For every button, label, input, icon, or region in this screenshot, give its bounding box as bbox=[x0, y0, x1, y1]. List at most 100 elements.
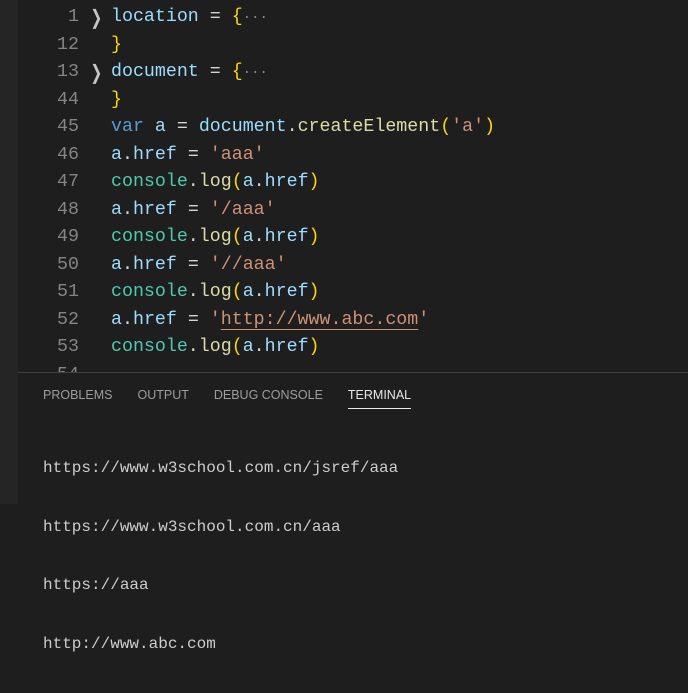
activity-strip bbox=[0, 0, 18, 504]
code-token: ' bbox=[418, 309, 430, 330]
code-token: { bbox=[231, 62, 243, 83]
code-text: document = {··· bbox=[111, 59, 268, 88]
code-token: ) bbox=[484, 117, 496, 138]
line-number: 52 bbox=[57, 309, 79, 330]
code-token: a bbox=[242, 172, 254, 193]
terminal-line: https://www.w3school.com.cn/aaa bbox=[43, 517, 341, 536]
code-text: var a = document.createElement('a') bbox=[111, 114, 495, 142]
code-token: ( bbox=[440, 117, 452, 138]
tab-debug-console[interactable]: DEBUG CONSOLE bbox=[214, 388, 323, 409]
code-token: href bbox=[264, 172, 309, 193]
code-token: } bbox=[111, 89, 122, 110]
code-token: = bbox=[198, 62, 232, 83]
code-token: . bbox=[286, 117, 298, 138]
code-line[interactable]: 44} bbox=[18, 87, 688, 115]
code-token: '/aaa' bbox=[209, 199, 276, 220]
terminal-line: https://aaa bbox=[43, 576, 149, 594]
code-token: ) bbox=[308, 172, 320, 193]
code-line[interactable]: 47 console.log(a.href) bbox=[18, 169, 688, 197]
code-editor[interactable]: 1 ❯ location = {··· 12} 13 ❯ document = {··· 44… bbox=[18, 0, 688, 372]
code-token: = bbox=[176, 199, 210, 220]
code-token: log bbox=[198, 282, 232, 303]
code-token: . bbox=[121, 309, 133, 330]
code-token[interactable]: ··· bbox=[243, 65, 268, 81]
code-token: log bbox=[198, 227, 232, 248]
code-token: ) bbox=[308, 282, 320, 303]
code-token: ( bbox=[231, 282, 243, 303]
code-line[interactable]: 46 a.href = 'aaa' bbox=[18, 142, 688, 170]
code-token: href bbox=[264, 227, 309, 248]
line-number: 46 bbox=[57, 144, 79, 165]
code-token: href bbox=[264, 337, 309, 358]
line-number: 51 bbox=[57, 282, 79, 303]
line-number: 49 bbox=[57, 227, 79, 248]
fold-chevron-icon[interactable]: ❯ bbox=[91, 59, 103, 87]
code-token[interactable]: ··· bbox=[243, 10, 268, 26]
code-text: } bbox=[111, 87, 122, 115]
code-token: ) bbox=[308, 337, 320, 358]
code-text: } bbox=[111, 32, 122, 60]
code-token: a bbox=[111, 144, 122, 165]
code-text: location = {··· bbox=[111, 4, 268, 33]
line-number: 13 bbox=[57, 62, 79, 83]
code-line[interactable]: 48 a.href = '/aaa' bbox=[18, 197, 688, 225]
code-token: . bbox=[187, 282, 199, 303]
code-line[interactable]: 53 console.log(a.href) bbox=[18, 334, 688, 362]
code-token: console bbox=[111, 227, 188, 248]
code-token: a bbox=[154, 117, 166, 138]
line-number: 54 bbox=[18, 362, 79, 372]
code-line[interactable]: 51 console.log(a.href) bbox=[18, 279, 688, 307]
code-token: } bbox=[111, 34, 122, 55]
code-token: . bbox=[187, 337, 199, 358]
code-token: . bbox=[253, 172, 265, 193]
code-token: = bbox=[176, 309, 210, 330]
line-number: 53 bbox=[57, 337, 79, 358]
code-token: href bbox=[132, 254, 177, 275]
code-token: href bbox=[132, 144, 177, 165]
code-token: ' bbox=[209, 309, 221, 330]
line-number: 47 bbox=[57, 172, 79, 193]
code-token: ) bbox=[308, 227, 320, 248]
code-token: . bbox=[253, 282, 265, 303]
code-token: ( bbox=[231, 337, 243, 358]
code-text: a.href = '//aaa' bbox=[111, 252, 287, 280]
code-line[interactable]: 1 ❯ location = {··· bbox=[18, 4, 688, 32]
line-number: 44 bbox=[57, 89, 79, 110]
code-token: = bbox=[198, 7, 232, 28]
fold-chevron-icon[interactable]: ❯ bbox=[91, 4, 103, 32]
code-token: href bbox=[132, 309, 177, 330]
code-token: document bbox=[111, 62, 199, 83]
line-number: 12 bbox=[57, 34, 79, 55]
line-number: 45 bbox=[57, 117, 79, 138]
tab-output[interactable]: OUTPUT bbox=[137, 388, 188, 409]
code-token: 'aaa' bbox=[209, 144, 265, 165]
code-text: a.href = 'http://www.abc.com' bbox=[111, 307, 429, 335]
tab-terminal[interactable]: TERMINAL bbox=[347, 388, 412, 409]
code-token: a bbox=[242, 282, 254, 303]
code-line[interactable]: 45 var a = document.createElement('a') bbox=[18, 114, 688, 142]
code-token: . bbox=[187, 227, 199, 248]
terminal-line: https://www.w3school.com.cn/jsref/aaa bbox=[43, 459, 399, 477]
bottom-panel: PROBLEMS OUTPUT DEBUG CONSOLE TERMINAL h… bbox=[18, 372, 688, 653]
code-line[interactable]: 49 console.log(a.href) bbox=[18, 224, 688, 252]
code-line[interactable]: 54 bbox=[18, 362, 688, 372]
code-token: ( bbox=[231, 227, 243, 248]
code-token: . bbox=[187, 172, 199, 193]
code-line[interactable]: 12} bbox=[18, 32, 688, 60]
code-token: { bbox=[231, 7, 243, 28]
code-line[interactable]: 50 a.href = '//aaa' bbox=[18, 252, 688, 280]
code-token: a bbox=[242, 227, 254, 248]
code-link[interactable]: http://www.abc.com bbox=[221, 310, 418, 330]
code-token: var bbox=[111, 117, 144, 138]
code-token: a bbox=[242, 337, 254, 358]
code-token: . bbox=[253, 227, 265, 248]
terminal-output[interactable]: https://www.w3school.com.cn/jsref/aaa ht… bbox=[43, 420, 398, 693]
code-line[interactable]: 13 ❯ document = {··· bbox=[18, 59, 688, 87]
code-line[interactable]: 52 a.href = 'http://www.abc.com' bbox=[18, 307, 688, 335]
code-token: = bbox=[176, 144, 210, 165]
code-token: console bbox=[111, 172, 188, 193]
code-token: a bbox=[111, 254, 122, 275]
code-text: a.href = '/aaa' bbox=[111, 197, 276, 225]
tab-problems[interactable]: PROBLEMS bbox=[43, 388, 112, 409]
